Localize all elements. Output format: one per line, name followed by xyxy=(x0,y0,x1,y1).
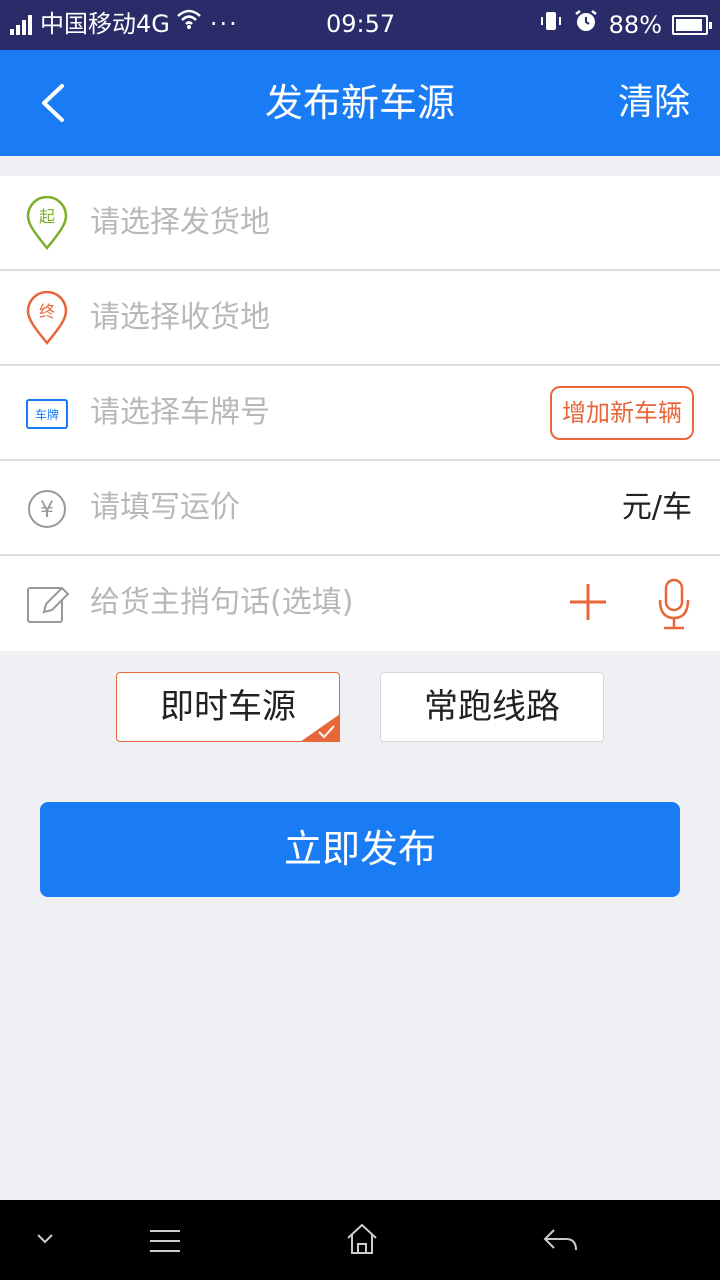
app-header: 发布新车源 清除 xyxy=(0,50,720,156)
page-title: 发布新车源 xyxy=(264,81,455,125)
plus-icon[interactable] xyxy=(566,580,610,624)
clock: 09:57 xyxy=(326,10,396,38)
menu-icon[interactable] xyxy=(148,1228,182,1254)
vehicle-form: 起 请选择发货地 终 请选择收货地 车牌 请选择车牌号 增加新车辆 ¥ 请填写运… xyxy=(0,176,720,651)
more-icon: ··· xyxy=(209,10,239,38)
origin-pin-label: 起 xyxy=(39,207,55,226)
edit-icon xyxy=(27,586,70,623)
destination-pin-icon: 终 xyxy=(26,291,68,345)
destination-row[interactable]: 终 请选择收货地 xyxy=(0,271,720,366)
status-left: 中国移动4G ··· xyxy=(10,8,239,40)
plate-input[interactable]: 请选择车牌号 xyxy=(90,391,270,435)
clear-button[interactable]: 清除 xyxy=(618,78,690,128)
system-nav-bar xyxy=(0,1200,720,1280)
instant-source-button[interactable]: 即时车源 xyxy=(116,672,340,742)
message-row[interactable]: 给货主捎句话(选填) xyxy=(0,556,720,651)
origin-input[interactable]: 请选择发货地 xyxy=(90,201,270,245)
yuan-icon-label: ¥ xyxy=(40,498,54,523)
yuan-icon: ¥ xyxy=(28,490,66,528)
home-icon[interactable] xyxy=(344,1222,380,1256)
origin-pin-icon: 起 xyxy=(26,196,68,250)
back-nav-icon[interactable] xyxy=(542,1226,580,1256)
status-right: 88% xyxy=(539,8,712,42)
price-unit: 元/车 xyxy=(621,490,692,525)
microphone-icon[interactable] xyxy=(652,576,696,632)
plate-row[interactable]: 车牌 请选择车牌号 增加新车辆 xyxy=(0,366,720,461)
origin-row[interactable]: 起 请选择发货地 xyxy=(0,176,720,271)
regular-route-button[interactable]: 常跑线路 xyxy=(380,672,604,742)
battery-icon xyxy=(672,15,712,35)
add-vehicle-button[interactable]: 增加新车辆 xyxy=(550,386,694,440)
battery-label: 88% xyxy=(608,11,662,39)
plate-icon-label: 车牌 xyxy=(35,407,59,422)
status-bar: 中国移动4G ··· 09:57 88% xyxy=(0,0,720,50)
regular-route-label: 常跑线路 xyxy=(424,687,560,727)
destination-input[interactable]: 请选择收货地 xyxy=(90,296,270,340)
price-input[interactable]: 请填写运价 xyxy=(90,486,240,530)
alarm-icon xyxy=(573,8,599,42)
selected-check-icon xyxy=(300,714,340,742)
carrier-label: 中国移动4G xyxy=(40,10,170,38)
message-input[interactable]: 给货主捎句话(选填) xyxy=(90,581,353,625)
instant-source-label: 即时车源 xyxy=(160,687,296,727)
publish-button[interactable]: 立即发布 xyxy=(40,802,680,897)
wifi-icon xyxy=(176,8,202,40)
vibrate-icon xyxy=(539,9,563,41)
chevron-down-icon[interactable] xyxy=(36,1232,54,1246)
destination-pin-label: 终 xyxy=(39,302,55,321)
signal-icon xyxy=(10,13,34,35)
price-row[interactable]: ¥ 请填写运价 元/车 xyxy=(0,461,720,556)
plate-icon: 车牌 xyxy=(26,399,68,429)
